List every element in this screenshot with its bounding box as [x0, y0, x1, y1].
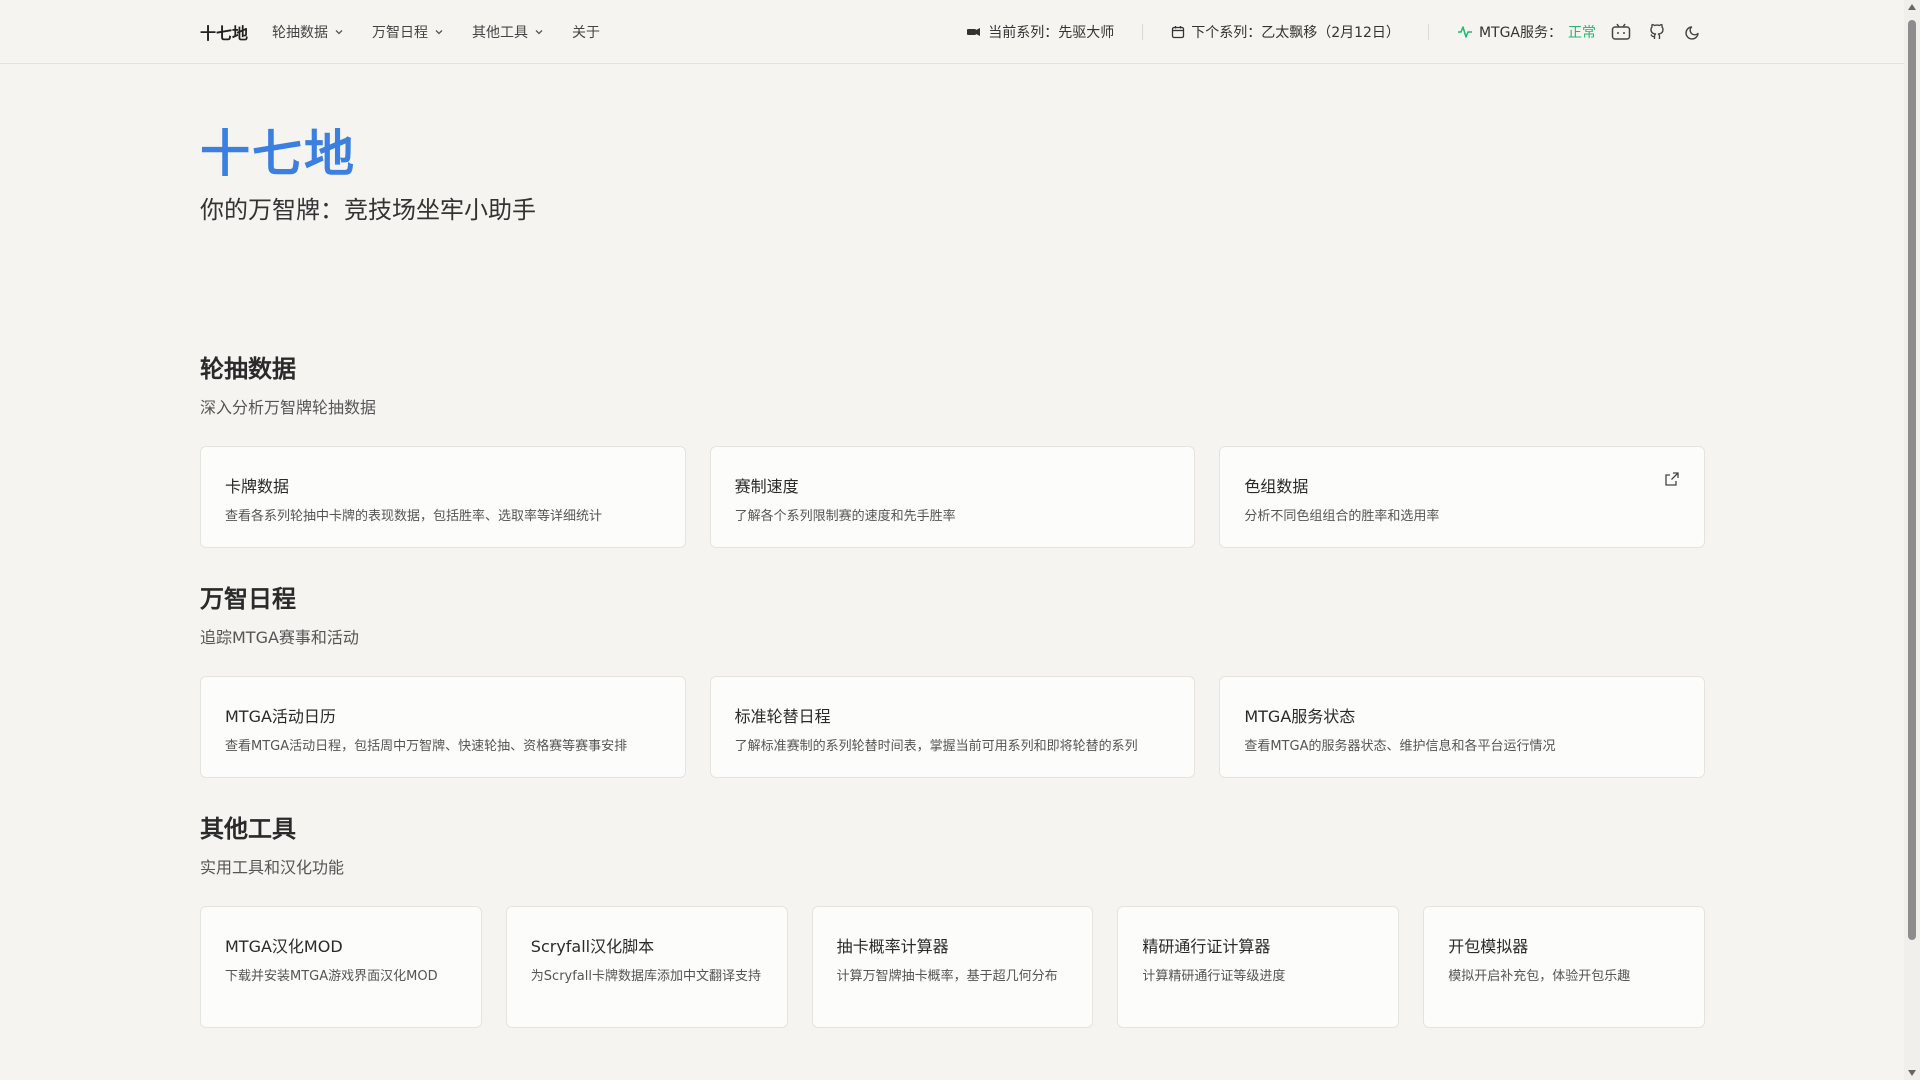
card-card-data[interactable]: 卡牌数据 查看各系列轮抽中卡牌的表现数据，包括胜率、选取率等详细统计	[200, 446, 686, 548]
status-area: 当前系列：先驱大师 下个系列：乙太飘移（2月12日） MTGA服务： 正常	[966, 21, 1704, 43]
nav-draft-data[interactable]: 轮抽数据	[272, 22, 344, 42]
card-pack-simulator[interactable]: 开包模拟器 模拟开启补充包，体验开包乐趣	[1423, 906, 1705, 1028]
card-format-speed[interactable]: 赛制速度 了解各个系列限制赛的速度和先手胜率	[709, 446, 1196, 548]
divider	[1142, 24, 1144, 40]
brand-link[interactable]: 十七地	[200, 20, 248, 44]
section-subtitle: 实用工具和汉化功能	[200, 858, 345, 877]
card-title: 抽卡概率计算器	[836, 937, 949, 956]
card-description: 模拟开启补充包，体验开包乐趣	[1448, 969, 1631, 984]
section-tools: 其他工具 实用工具和汉化功能 MTGA汉化MOD 下载并安装MTGA游戏界面汉化…	[200, 814, 1705, 1028]
hero-title: 十七地	[200, 125, 356, 183]
card-description: 查看MTGA的服务器状态、维护信息和各平台运行情况	[1244, 739, 1556, 754]
card-description: 为Scryfall卡牌数据库添加中文翻译支持	[530, 969, 762, 984]
card-title: MTGA汉化MOD	[225, 937, 343, 956]
divider	[1427, 24, 1429, 40]
section-schedule: 万智日程 追踪MTGA赛事和活动 MTGA活动日历 查看MTGA活动日程，包括周…	[200, 584, 1706, 778]
card-description: 查看MTGA活动日程，包括周中万智牌、快速轮抽、资格赛等赛事安排	[225, 739, 628, 754]
card-title: 开包模拟器	[1448, 937, 1529, 956]
card-service-status[interactable]: MTGA服务状态 查看MTGA的服务器状态、维护信息和各平台运行情况	[1219, 676, 1706, 778]
section-title: 万智日程	[200, 585, 296, 613]
current-set[interactable]: 当前系列：先驱大师	[966, 22, 1114, 42]
nav-schedule[interactable]: 万智日程	[372, 22, 444, 42]
nav-about[interactable]: 关于	[572, 22, 600, 42]
card-title: MTGA服务状态	[1244, 707, 1356, 726]
external-link-icon	[1665, 472, 1679, 486]
card-description: 查看各系列轮抽中卡牌的表现数据，包括胜率、选取率等详细统计	[225, 509, 603, 524]
next-set-label: 下个系列：乙太飘移（2月12日）	[1191, 25, 1400, 41]
nav-label: 万智日程	[372, 25, 429, 41]
scrollbar-thumb[interactable]	[1908, 20, 1916, 940]
section-subtitle: 深入分析万智牌轮抽数据	[200, 398, 377, 417]
section-title: 轮抽数据	[200, 355, 296, 383]
service-status[interactable]: MTGA服务： 正常	[1457, 22, 1596, 42]
moon-icon	[1685, 26, 1699, 40]
chevron-down-icon	[335, 30, 343, 35]
card-title: 卡牌数据	[225, 477, 290, 496]
top-navbar: 十七地 轮抽数据 万智日程 其他工具 关于 当前系列：先驱大师 下个系列：乙太飘…	[0, 0, 1904, 64]
calendar-icon	[1172, 26, 1185, 39]
bilibili-button[interactable]	[1610, 21, 1632, 43]
next-set[interactable]: 下个系列：乙太飘移（2月12日）	[1171, 22, 1400, 42]
card-description: 了解各个系列限制赛的速度和先手胜率	[734, 509, 956, 524]
card-title: MTGA活动日历	[225, 707, 336, 726]
chevron-down-icon	[535, 30, 543, 35]
service-status-value: 正常	[1568, 25, 1596, 41]
card-title: 赛制速度	[734, 477, 799, 496]
nav-label: 关于	[572, 25, 601, 41]
card-title: 精研通行证计算器	[1142, 937, 1271, 956]
card-grid: MTGA汉化MOD 下载并安装MTGA游戏界面汉化MOD Scryfall汉化脚…	[200, 906, 1705, 1028]
github-button[interactable]	[1646, 21, 1668, 43]
section-draft-data: 轮抽数据 深入分析万智牌轮抽数据 卡牌数据 查看各系列轮抽中卡牌的表现数据，包括…	[200, 354, 1706, 548]
section-subtitle: 追踪MTGA赛事和活动	[200, 628, 359, 647]
theme-toggle-button[interactable]	[1682, 21, 1704, 43]
nav-label: 其他工具	[472, 25, 529, 41]
mana-icon	[967, 28, 981, 36]
card-scryfall-script[interactable]: Scryfall汉化脚本 为Scryfall卡牌数据库添加中文翻译支持	[505, 906, 788, 1028]
hero: 十七地 你的万智牌：竞技场坐牢小助手	[200, 124, 536, 225]
card-description: 了解标准赛制的系列轮替时间表，掌握当前可用系列和即将轮替的系列	[734, 739, 1138, 754]
card-grid: 卡牌数据 查看各系列轮抽中卡牌的表现数据，包括胜率、选取率等详细统计 赛制速度 …	[200, 446, 1706, 548]
card-description: 计算万智牌抽卡概率，基于超几何分布	[836, 969, 1058, 984]
card-mastery-pass[interactable]: 精研通行证计算器 计算精研通行证等级进度	[1117, 906, 1400, 1028]
main-nav: 轮抽数据 万智日程 其他工具 关于	[272, 22, 600, 42]
current-set-label: 当前系列：先驱大师	[988, 25, 1115, 41]
card-standard-rotation[interactable]: 标准轮替日程 了解标准赛制的系列轮替时间表，掌握当前可用系列和即将轮替的系列	[709, 676, 1196, 778]
activity-icon	[1457, 26, 1472, 38]
chevron-down-icon	[435, 30, 443, 35]
card-title: 标准轮替日程	[734, 707, 831, 726]
card-grid: MTGA活动日历 查看MTGA活动日程，包括周中万智牌、快速轮抽、资格赛等赛事安…	[200, 676, 1706, 778]
nav-tools[interactable]: 其他工具	[472, 22, 544, 42]
service-label: MTGA服务：	[1478, 25, 1562, 41]
scroll-down-arrow[interactable]	[1908, 1070, 1916, 1076]
section-title: 其他工具	[200, 815, 296, 843]
card-color-data[interactable]: 色组数据 分析不同色组组合的胜率和选用率	[1219, 446, 1706, 548]
card-title: 色组数据	[1244, 477, 1309, 496]
nav-label: 轮抽数据	[272, 25, 329, 41]
card-description: 下载并安装MTGA游戏界面汉化MOD	[225, 969, 438, 984]
card-draw-probability[interactable]: 抽卡概率计算器 计算万智牌抽卡概率，基于超几何分布	[811, 906, 1094, 1028]
hero-subtitle: 你的万智牌：竞技场坐牢小助手	[200, 196, 536, 224]
card-mtga-calendar[interactable]: MTGA活动日历 查看MTGA活动日程，包括周中万智牌、快速轮抽、资格赛等赛事安…	[200, 676, 686, 778]
card-mtga-mod[interactable]: MTGA汉化MOD 下载并安装MTGA游戏界面汉化MOD	[200, 906, 482, 1028]
card-description: 分析不同色组组合的胜率和选用率	[1244, 509, 1440, 524]
github-icon	[1650, 23, 1664, 39]
bilibili-icon	[1611, 23, 1631, 40]
vertical-scrollbar[interactable]	[1904, 0, 1920, 1080]
card-description: 计算精研通行证等级进度	[1142, 969, 1286, 984]
card-title: Scryfall汉化脚本	[530, 937, 655, 956]
scroll-up-arrow[interactable]	[1908, 4, 1916, 10]
